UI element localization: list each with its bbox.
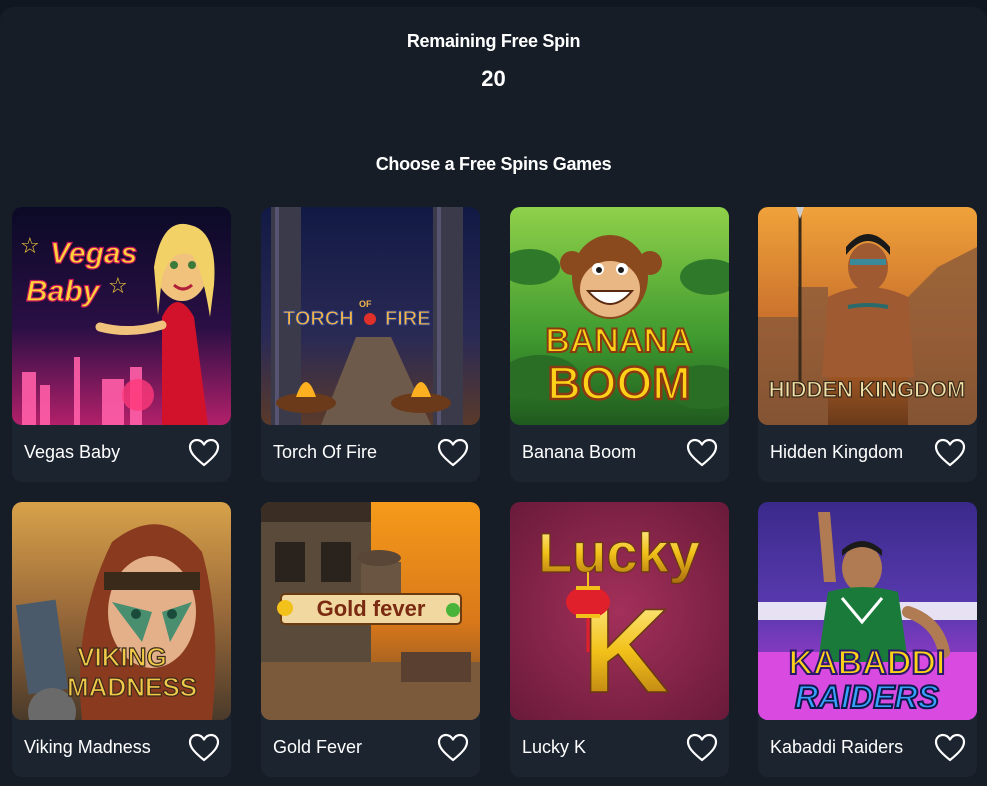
torch-of-fire-logo-of: OF xyxy=(359,299,372,309)
heart-outline-icon xyxy=(686,438,718,467)
kabaddi-raiders-logo-line1: KABADDI xyxy=(789,644,946,682)
favorite-button[interactable] xyxy=(934,438,966,468)
remaining-free-spin-label: Remaining Free Spin xyxy=(406,31,581,51)
favorite-button[interactable] xyxy=(934,733,966,763)
vegas-baby-logo-line2: Baby xyxy=(26,275,101,308)
game-title: Kabaddi Raiders xyxy=(770,737,904,757)
heart-outline-icon xyxy=(934,438,966,467)
favorite-button[interactable] xyxy=(437,438,469,468)
heart-outline-icon xyxy=(437,438,469,467)
lucky-k-artwork: Lucky K xyxy=(510,502,729,720)
game-title: Torch Of Fire xyxy=(273,442,378,462)
svg-text:☆: ☆ xyxy=(20,233,40,258)
game-title: Gold Fever xyxy=(273,737,363,757)
heart-outline-icon xyxy=(686,733,718,762)
remaining-free-spin-count: 20 xyxy=(481,66,506,91)
viking-madness-logo-line1: VIKING xyxy=(77,642,167,672)
game-card-viking-madness[interactable]: VIKING MADNESS Viking Madness xyxy=(12,502,231,777)
favorite-button[interactable] xyxy=(188,438,220,468)
favorite-button[interactable] xyxy=(188,733,220,763)
game-thumbnail-banana-boom[interactable]: BANANA BOOM xyxy=(510,207,729,425)
game-thumbnail-torch-of-fire[interactable]: TORCH OF FIRE xyxy=(261,207,480,425)
heart-outline-icon xyxy=(188,438,220,467)
game-title: Viking Madness xyxy=(24,737,151,757)
game-card-vegas-baby[interactable]: Vegas Baby ☆ ☆ Vegas Baby xyxy=(12,207,231,482)
torch-of-fire-logo-fire: FIRE xyxy=(385,308,431,330)
game-thumbnail-vegas-baby[interactable]: Vegas Baby ☆ ☆ xyxy=(12,207,231,425)
game-thumbnail-viking-madness[interactable]: VIKING MADNESS xyxy=(12,502,231,720)
favorite-button[interactable] xyxy=(686,733,718,763)
heart-outline-icon xyxy=(437,733,469,762)
viking-madness-logo-line2: MADNESS xyxy=(67,672,197,702)
kabaddi-raiders-logo-line2: RAIDERS xyxy=(795,679,940,715)
vegas-baby-logo-line1: Vegas xyxy=(50,237,137,270)
torch-of-fire-logo-torch: TORCH xyxy=(283,308,354,330)
game-card-hidden-kingdom[interactable]: HIDDEN KINGDOM Hidden Kingdom xyxy=(758,207,977,482)
favorite-button[interactable] xyxy=(686,438,718,468)
game-card-lucky-k[interactable]: Lucky K Lucky K xyxy=(510,502,729,777)
vegas-baby-artwork: Vegas Baby ☆ ☆ xyxy=(12,207,231,425)
heart-outline-icon xyxy=(934,733,966,762)
heart-outline-icon xyxy=(188,733,220,762)
lucky-k-logo-line1: Lucky xyxy=(538,521,700,584)
game-thumbnail-kabaddi-raiders[interactable]: KABADDI RAIDERS xyxy=(758,502,977,720)
game-card-gold-fever[interactable]: Gold fever Gold Fever xyxy=(261,502,480,777)
game-title: Vegas Baby xyxy=(24,442,121,462)
game-thumbnail-gold-fever[interactable]: Gold fever xyxy=(261,502,480,720)
game-title: Banana Boom xyxy=(522,442,637,462)
gold-fever-logo: Gold fever xyxy=(317,596,426,621)
game-title: Hidden Kingdom xyxy=(770,442,904,462)
section-title: Choose a Free Spins Games xyxy=(375,154,612,174)
torch-of-fire-artwork: TORCH OF FIRE xyxy=(261,207,480,425)
game-card-torch-of-fire[interactable]: TORCH OF FIRE Torch Of Fire xyxy=(261,207,480,482)
banana-boom-artwork: BANANA BOOM xyxy=(510,207,729,425)
hidden-kingdom-logo: HIDDEN KINGDOM xyxy=(769,377,966,402)
kabaddi-raiders-artwork: KABADDI RAIDERS xyxy=(758,502,977,720)
gold-fever-artwork: Gold fever xyxy=(261,502,480,720)
viking-madness-artwork: VIKING MADNESS xyxy=(12,502,231,720)
hidden-kingdom-artwork: HIDDEN KINGDOM xyxy=(758,207,977,425)
game-thumbnail-lucky-k[interactable]: Lucky K xyxy=(510,502,729,720)
game-thumbnail-hidden-kingdom[interactable]: HIDDEN KINGDOM xyxy=(758,207,977,425)
favorite-button[interactable] xyxy=(437,733,469,763)
banana-boom-logo-line2: BOOM xyxy=(547,357,690,409)
game-card-kabaddi-raiders[interactable]: KABADDI RAIDERS Kabaddi Raiders xyxy=(758,502,977,777)
svg-text:☆: ☆ xyxy=(108,273,128,298)
game-card-banana-boom[interactable]: BANANA BOOM Banana Boom xyxy=(510,207,729,482)
game-title: Lucky K xyxy=(522,737,587,757)
banana-boom-logo-line1: BANANA xyxy=(545,322,692,360)
